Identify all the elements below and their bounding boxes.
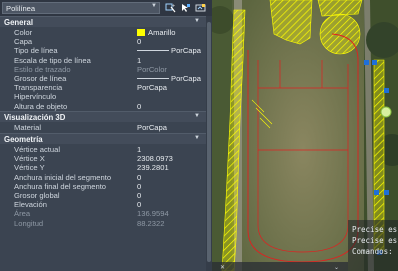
property-label: Anchura inicial del segmento: [14, 172, 112, 182]
palette-toolbar: Polilínea ▼ +: [0, 0, 212, 16]
linetype-sample: [137, 50, 169, 52]
property-label: Vértice actual: [14, 145, 61, 154]
collapse-icon[interactable]: ▼: [194, 135, 200, 141]
property-row-material[interactable]: Material PorCapa: [0, 123, 206, 132]
hatch-top-right: [317, 0, 363, 17]
scrollbar-thumb[interactable]: [207, 22, 211, 262]
property-value[interactable]: 0: [137, 37, 141, 46]
grip: [364, 60, 369, 65]
quick-select-icon[interactable]: [195, 3, 206, 13]
object-type-dropdown[interactable]: Polilínea ▼: [2, 2, 160, 14]
property-label: Grosor de línea: [14, 74, 67, 83]
command-prompt[interactable]: Comandos:: [352, 247, 393, 256]
command-bar: [212, 262, 348, 271]
property-value[interactable]: 0: [137, 200, 141, 209]
svg-text:+: +: [172, 3, 175, 8]
section-geometry[interactable]: Geometría ▼: [0, 133, 206, 144]
property-row-hyperlink[interactable]: Hipervínculo: [0, 92, 206, 101]
property-row-current-vertex[interactable]: Vértice actual 1: [0, 145, 206, 154]
property-row-vertex-x[interactable]: Vértice X 2308.0973: [0, 154, 206, 163]
property-row-start-width[interactable]: Anchura inicial del segmento 0: [0, 172, 206, 182]
property-label: Altura de objeto: [14, 101, 68, 111]
properties-list: General ▼ Color Amarillo Capa 0 Tipo de …: [0, 16, 206, 271]
linetype-value: PorCapa: [171, 46, 201, 56]
drawing-canvas[interactable]: ✕ ⌄ Precise es Precise es Comandos:: [212, 0, 398, 271]
svg-text:⌄: ⌄: [334, 264, 339, 271]
collapse-icon[interactable]: ▼: [194, 113, 200, 119]
property-value[interactable]: PorCapa: [137, 83, 167, 92]
property-value: 136.9594: [137, 209, 169, 219]
property-row-global-width[interactable]: Grosor global 0: [0, 191, 206, 200]
lineweight-value: PorCapa: [171, 74, 201, 83]
color-swatch: [137, 29, 145, 36]
property-value: 88.2322: [137, 218, 165, 228]
property-row-end-width[interactable]: Anchura final del segmento 0: [0, 181, 206, 191]
property-label: Escala de tipo de línea: [14, 55, 91, 65]
property-row-vertex-y[interactable]: Vértice Y 239.2801: [0, 163, 206, 172]
select-objects-icon[interactable]: [180, 3, 191, 13]
property-value[interactable]: Amarillo: [137, 28, 175, 37]
property-row-elevation[interactable]: Elevación 0: [0, 200, 206, 209]
property-label: Grosor global: [14, 191, 60, 200]
property-row-transparency[interactable]: Transparencia PorCapa: [0, 83, 206, 92]
property-row-layer[interactable]: Capa 0: [0, 37, 206, 46]
property-value[interactable]: PorCapa: [137, 46, 201, 55]
property-value: PorColor: [137, 64, 167, 74]
hatch-top-circle: [319, 13, 361, 55]
property-label: Material: [14, 123, 42, 132]
section-title: General: [4, 18, 34, 27]
property-label: Color: [14, 28, 33, 37]
property-row-thickness[interactable]: Altura de objeto 0: [0, 101, 206, 111]
property-label: Hipervínculo: [14, 92, 57, 102]
property-value[interactable]: 0: [137, 182, 141, 191]
property-row-linetype-scale[interactable]: Escala de tipo de línea 1: [0, 55, 206, 65]
property-label: Capa: [14, 37, 33, 47]
property-row-plot-style: Estilo de trazado PorColor: [0, 64, 206, 74]
chevron-down-icon: ▼: [151, 3, 157, 9]
property-value[interactable]: 239.2801: [137, 163, 169, 172]
property-row-lineweight[interactable]: Grosor de línea PorCapa: [0, 74, 206, 83]
command-history-line: Precise es: [352, 225, 398, 234]
property-value[interactable]: PorCapa: [137, 74, 201, 83]
section-title: Visualización 3D: [4, 113, 66, 122]
grip: [372, 60, 377, 65]
property-label: Anchura final del segmento: [14, 181, 107, 191]
section-title: Geometría: [4, 135, 43, 144]
grip: [374, 190, 379, 195]
color-value: Amarillo: [148, 28, 176, 37]
property-label: Vértice X: [14, 154, 45, 164]
collapse-icon[interactable]: ▼: [194, 18, 200, 24]
properties-palette: Polilínea ▼ + General ▼ Color Amarillo C…: [0, 0, 212, 271]
command-history-line: Precise es: [352, 236, 398, 245]
section-3d-visualization[interactable]: Visualización 3D ▼: [0, 111, 206, 122]
property-value[interactable]: 0: [137, 173, 141, 182]
property-label: Vértice Y: [14, 163, 45, 173]
midpoint-grip: [380, 106, 392, 118]
lineweight-sample: [137, 78, 169, 79]
grip: [384, 190, 389, 195]
property-label: Tipo de línea: [14, 46, 58, 56]
property-value[interactable]: 0: [137, 102, 141, 111]
property-value[interactable]: PorCapa: [137, 123, 167, 132]
grip: [384, 88, 389, 93]
property-value[interactable]: 0: [137, 191, 141, 200]
section-general[interactable]: General ▼: [0, 16, 206, 27]
property-row-linetype[interactable]: Tipo de línea PorCapa: [0, 46, 206, 55]
property-label: Elevación: [14, 200, 47, 210]
property-label: Estilo de trazado: [14, 64, 71, 74]
svg-text:✕: ✕: [220, 264, 225, 271]
property-value[interactable]: 2308.0973: [137, 154, 173, 163]
toggle-pickadd-icon[interactable]: +: [165, 3, 176, 13]
property-value[interactable]: 1: [137, 145, 141, 154]
property-row-area: Área 136.9594: [0, 209, 206, 218]
property-value[interactable]: 1: [137, 56, 141, 65]
property-label: Transparencia: [14, 83, 63, 93]
property-label: Longitud: [14, 218, 44, 228]
property-row-length: Longitud 88.2322: [0, 218, 206, 228]
property-label: Área: [14, 209, 31, 219]
object-type-value: Polilínea: [6, 4, 36, 13]
property-row-color[interactable]: Color Amarillo: [0, 28, 206, 37]
